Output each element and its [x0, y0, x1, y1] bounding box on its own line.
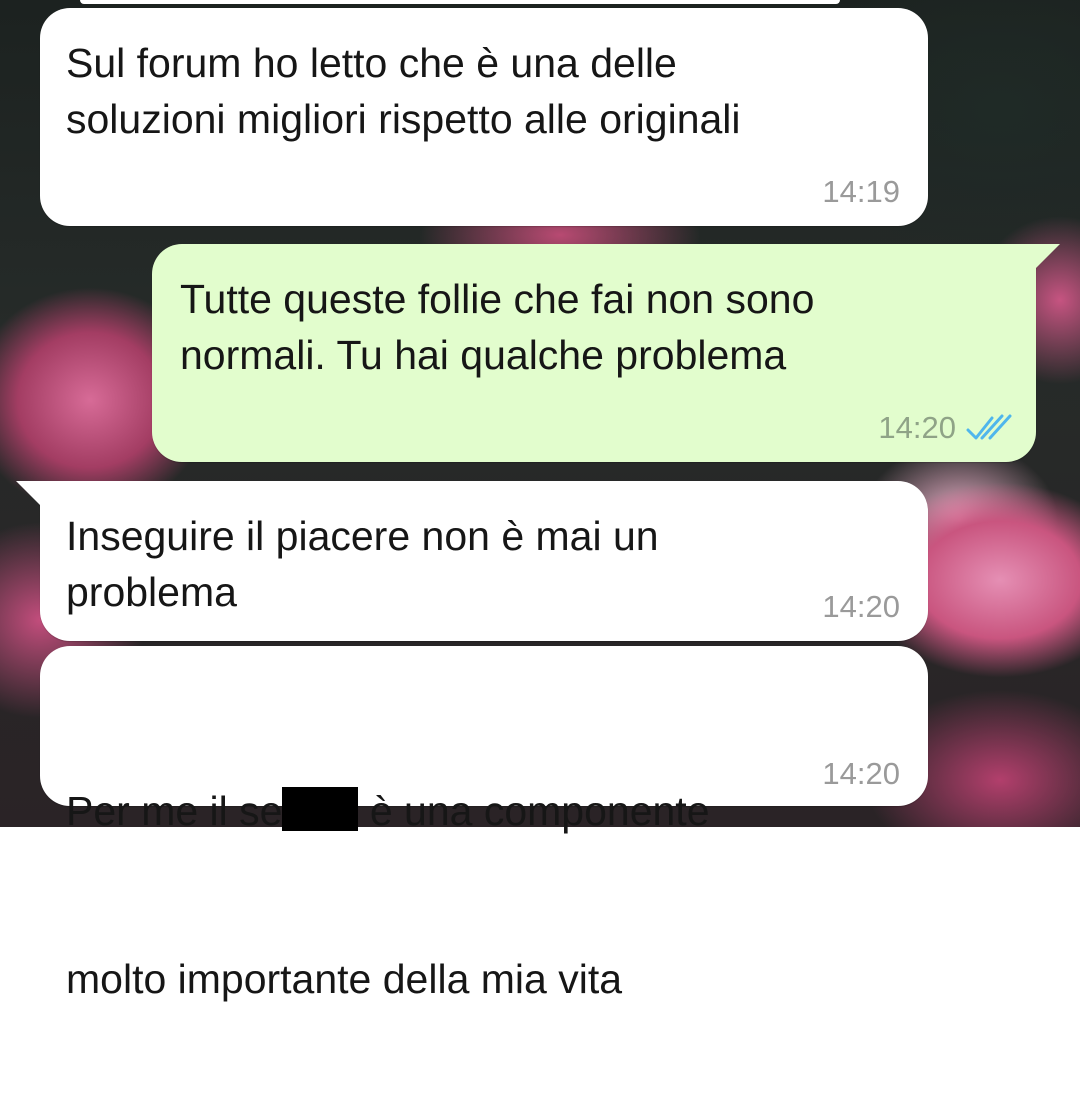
- message-meta: 14:20: [822, 756, 900, 792]
- message-text: Per me il se è una componente molto impo…: [66, 671, 908, 1119]
- message-bubble-incoming[interactable]: Sul forum ho letto che è una delle soluz…: [40, 8, 928, 226]
- message-text: Sul forum ho letto che è una delle soluz…: [66, 40, 741, 142]
- message-line-1: Per me il se è una componente: [66, 783, 908, 839]
- bubble-tail-incoming: [16, 481, 42, 507]
- message-text: Inseguire il piacere non è mai un proble…: [66, 513, 659, 615]
- message-text-after-redaction: è una componente: [358, 788, 710, 834]
- message-text-before-redaction: Per me il se: [66, 788, 283, 834]
- previous-message-edge: [80, 0, 840, 4]
- redaction-block: [282, 787, 359, 831]
- message-bubble-outgoing[interactable]: Tutte queste follie che fai non sono nor…: [152, 244, 1036, 462]
- bubble-tail-outgoing: [1034, 244, 1060, 270]
- message-time: 14:20: [878, 410, 956, 445]
- message-time: 14:19: [822, 174, 900, 209]
- message-line-2: molto importante della mia vita: [66, 956, 623, 1002]
- message-meta: 14:20: [878, 410, 1012, 446]
- double-check-icon: [966, 414, 1012, 440]
- message-time: 14:20: [822, 756, 900, 791]
- message-meta: 14:20: [822, 589, 900, 625]
- message-time: 14:20: [822, 589, 900, 624]
- message-bubble-incoming[interactable]: Inseguire il piacere non è mai un proble…: [40, 481, 928, 641]
- message-text: Tutte queste follie che fai non sono nor…: [180, 276, 815, 378]
- message-meta: 14:19: [822, 174, 900, 210]
- message-bubble-incoming[interactable]: Per me il se è una componente molto impo…: [40, 646, 928, 1002]
